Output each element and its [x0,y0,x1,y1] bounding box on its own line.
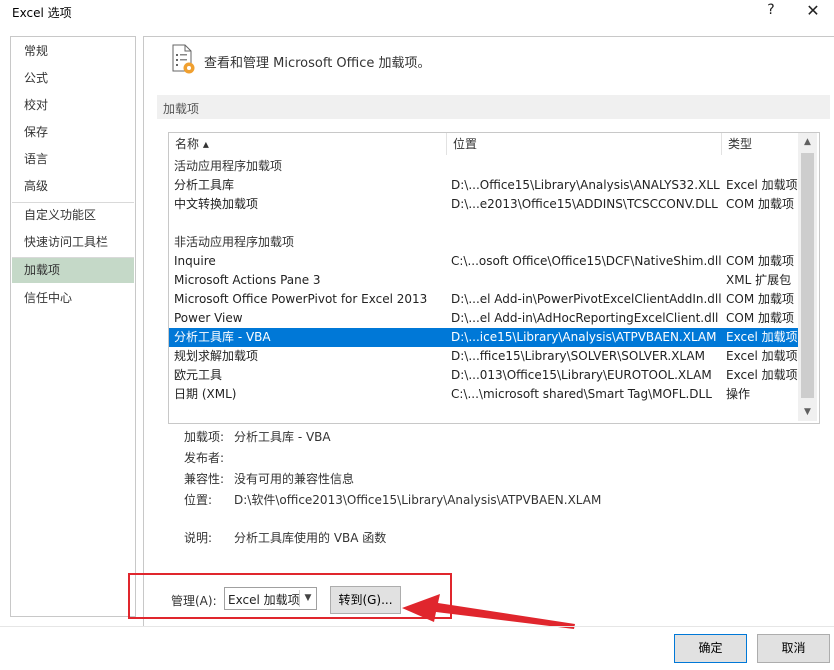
sidebar-item-save[interactable]: 保存 [12,120,134,145]
addin-location: D:\...Office15\Library\Analysis\ANALYS32… [451,178,720,192]
addin-location: D:\...ffice15\Library\SOLVER\SOLVER.XLAM [451,349,705,363]
detail-desc-label: 说明: [184,531,213,545]
addin-type: Excel 加载项 [726,178,798,192]
sidebar-item-language[interactable]: 语言 [12,147,134,172]
ok-button[interactable]: 确定 [674,634,747,663]
table-row[interactable]: Power View D:\...el Add-in\AdHocReportin… [169,309,799,328]
table-row[interactable]: 分析工具库 D:\...Office15\Library\Analysis\AN… [169,176,799,195]
addins-list[interactable]: 名称 ▴ 位置 类型 活动应用程序加载项 分析工具库 D:\...Office1… [168,132,820,424]
detail-compat-value: 没有可用的兼容性信息 [234,472,355,486]
group-header-active: 活动应用程序加载项 [169,157,799,176]
sidebar-item-formulas[interactable]: 公式 [12,66,134,91]
sidebar-item-addins[interactable]: 加载项 [12,258,134,283]
addin-type: Excel 加载项 [726,330,798,344]
addin-type: Excel 加载项 [726,349,798,363]
help-icon[interactable]: ? [762,2,780,20]
scroll-up-arrow-icon[interactable]: ▲ [798,133,817,151]
addins-gear-icon [170,44,198,76]
sidebar: 常规 公式 校对 保存 语言 高级 自定义功能区 快速访问工具栏 加载项 信任中… [10,36,136,617]
scrollbar-thumb[interactable] [801,153,814,398]
column-header-location[interactable]: 位置 [447,133,722,155]
detail-addin-label: 加载项: [184,430,225,444]
sidebar-item-general[interactable]: 常规 [12,39,134,64]
detail-location-value: D:\软件\office2013\Office15\Library\Analys… [234,493,602,507]
addin-name: Power View [174,311,243,325]
page-title: 查看和管理 Microsoft Office 加载项。 [204,56,431,71]
addin-location: D:\...ice15\Library\Analysis\ATPVBAEN.XL… [451,330,717,344]
addin-type: Excel 加载项 [726,368,798,382]
addin-name: 规划求解加载项 [174,349,259,363]
addin-name: 分析工具库 [174,178,235,192]
addin-name: 中文转换加载项 [174,197,259,211]
section-bar [157,95,830,119]
addin-type: 操作 [726,387,751,401]
table-row-selected[interactable]: 分析工具库 - VBA D:\...ice15\Library\Analysis… [169,328,799,347]
scroll-down-arrow-icon[interactable]: ▼ [798,403,817,421]
table-row[interactable]: 欧元工具 D:\...013\Office15\Library\EUROTOOL… [169,366,799,385]
addin-type: COM 加载项 [726,197,794,211]
addin-name: 日期 (XML) [174,387,237,401]
addin-name: Microsoft Office PowerPivot for Excel 20… [174,292,428,306]
table-row[interactable]: Microsoft Actions Pane 3 XML 扩展包 [169,271,799,290]
addin-name: 分析工具库 - VBA [174,330,271,344]
addin-location: D:\...el Add-in\AdHocReportingExcelClien… [451,311,719,325]
detail-publisher-label: 发布者: [184,451,225,465]
sidebar-item-proofing[interactable]: 校对 [12,93,134,118]
detail-addin-value: 分析工具库 - VBA [234,430,331,444]
section-title: 加载项 [163,102,200,116]
sidebar-item-trust-center[interactable]: 信任中心 [12,286,134,311]
group-label: 活动应用程序加载项 [174,159,283,173]
sidebar-item-advanced[interactable]: 高级 [12,174,134,199]
annotation-arrow-icon [402,594,575,629]
sidebar-item-customize-ribbon[interactable]: 自定义功能区 [12,203,134,228]
addin-location: D:\...el Add-in\PowerPivotExcelClientAdd… [451,292,721,306]
title-bar [0,0,834,26]
sidebar-item-quick-access[interactable]: 快速访问工具栏 [12,230,134,255]
detail-compat-label: 兼容性: [184,472,225,486]
footer-divider [0,626,834,627]
table-row[interactable]: Inquire C:\...osoft Office\Office15\DCF\… [169,252,799,271]
group-label: 非活动应用程序加载项 [174,235,295,249]
addin-type: XML 扩展包 [726,273,792,287]
addin-location: C:\...\microsoft shared\Smart Tag\MOFL.D… [451,387,712,401]
addin-location: C:\...osoft Office\Office15\DCF\NativeSh… [451,254,721,268]
addin-name: Microsoft Actions Pane 3 [174,273,321,287]
addin-name: 欧元工具 [174,368,223,382]
addin-name: Inquire [174,254,216,268]
table-row[interactable]: 日期 (XML) C:\...\microsoft shared\Smart T… [169,385,799,404]
table-row[interactable]: 规划求解加载项 D:\...ffice15\Library\SOLVER\SOL… [169,347,799,366]
addin-location: D:\...e2013\Office15\ADDINS\TCSCCONV.DLL [451,197,718,211]
table-row[interactable]: 中文转换加载项 D:\...e2013\Office15\ADDINS\TCSC… [169,195,799,214]
close-icon[interactable]: ✕ [802,1,824,21]
addin-type: COM 加载项 [726,311,794,325]
addin-type: COM 加载项 [726,292,794,306]
addin-location: D:\...013\Office15\Library\EUROTOOL.XLAM [451,368,712,382]
addin-type: COM 加载项 [726,254,794,268]
column-header-type[interactable]: 类型 [722,133,800,155]
cancel-button[interactable]: 取消 [757,634,830,663]
table-row[interactable]: Microsoft Office PowerPivot for Excel 20… [169,290,799,309]
group-header-inactive: 非活动应用程序加载项 [169,233,799,252]
column-header-name[interactable]: 名称 ▴ [169,133,447,155]
detail-desc-value: 分析工具库使用的 VBA 函数 [234,531,387,545]
window-title: Excel 选项 [12,6,72,20]
detail-location-label: 位置: [184,493,213,507]
list-scrollbar[interactable]: ▲ ▼ [798,133,817,421]
